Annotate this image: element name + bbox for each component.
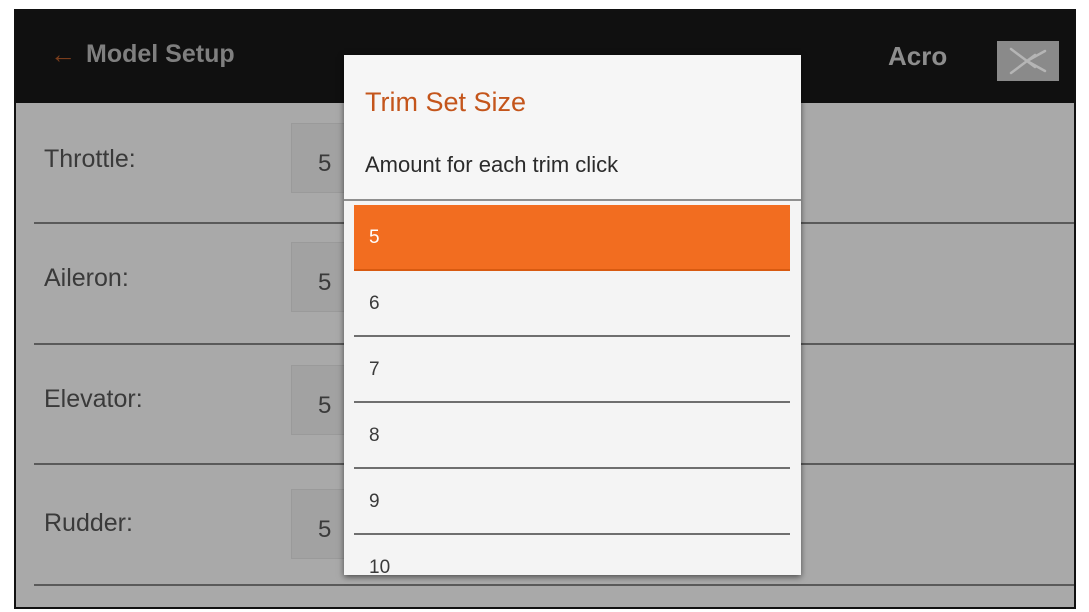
row-divider bbox=[34, 584, 1074, 586]
option-10[interactable]: 10 bbox=[354, 535, 790, 575]
option-label: 10 bbox=[369, 557, 391, 575]
model-type-label: Acro bbox=[888, 41, 948, 71]
row-label: Aileron: bbox=[44, 264, 129, 292]
row-value[interactable]: 5 bbox=[291, 123, 351, 193]
option-7[interactable]: 7 bbox=[354, 337, 790, 403]
option-8[interactable]: 8 bbox=[354, 403, 790, 469]
row-value[interactable]: 5 bbox=[291, 365, 351, 435]
option-label: 9 bbox=[369, 491, 380, 512]
option-9[interactable]: 9 bbox=[354, 469, 790, 535]
option-5[interactable]: 5 bbox=[354, 205, 790, 271]
airplane-icon bbox=[997, 41, 1059, 81]
option-label: 7 bbox=[369, 359, 380, 380]
options-list[interactable]: 5 6 7 8 9 10 bbox=[354, 205, 790, 575]
dialog-title: Trim Set Size bbox=[365, 87, 527, 117]
row-label: Elevator: bbox=[44, 385, 143, 413]
option-label: 6 bbox=[369, 293, 380, 314]
option-label: 8 bbox=[369, 425, 380, 446]
row-label: Throttle: bbox=[44, 145, 136, 173]
dialog-subtitle: Amount for each trim click bbox=[365, 152, 619, 177]
row-value[interactable]: 5 bbox=[291, 242, 351, 312]
row-value[interactable]: 5 bbox=[291, 489, 351, 559]
dialog-header: Trim Set Size Amount for each trim click bbox=[344, 55, 801, 201]
screen-frame: ← Model Setup Acro Throttle: 5 Aileron: … bbox=[14, 9, 1076, 609]
back-button[interactable]: ← Model Setup bbox=[50, 39, 235, 69]
row-label: Rudder: bbox=[44, 509, 133, 537]
option-label: 5 bbox=[369, 227, 380, 248]
page-title: Model Setup bbox=[86, 40, 235, 68]
option-6[interactable]: 6 bbox=[354, 271, 790, 337]
trim-set-size-dialog: Trim Set Size Amount for each trim click… bbox=[344, 55, 801, 575]
back-arrow-icon[interactable]: ← bbox=[50, 39, 76, 69]
